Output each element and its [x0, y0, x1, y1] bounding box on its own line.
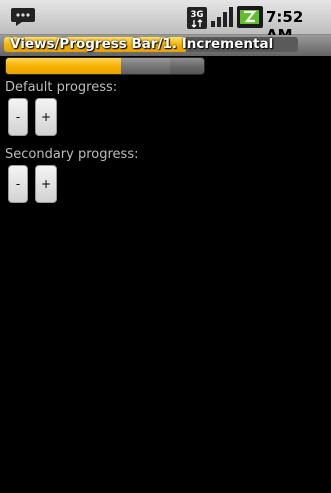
progress-bar — [5, 57, 205, 75]
3g-data-icon: 3G — [187, 7, 207, 29]
secondary-increase-button[interactable]: + — [35, 165, 57, 203]
page-title: Views/Progress Bar/1. Incremental — [10, 36, 274, 52]
battery-icon — [237, 6, 263, 28]
secondary-decrease-button[interactable]: - — [8, 165, 28, 203]
progress-bar-primary — [6, 58, 121, 74]
secondary-progress-label: Secondary progress: — [5, 147, 139, 162]
svg-text:3G: 3G — [191, 10, 204, 20]
status-bar: 3G 7:52 AM — [0, 0, 331, 44]
default-decrease-button[interactable]: - — [8, 98, 28, 136]
default-progress-label: Default progress: — [5, 80, 118, 95]
signal-icon — [211, 7, 233, 27]
title-bar: Views/Progress Bar/1. Incremental — [0, 35, 331, 56]
default-increase-button[interactable]: + — [35, 98, 57, 136]
message-icon — [11, 8, 35, 26]
